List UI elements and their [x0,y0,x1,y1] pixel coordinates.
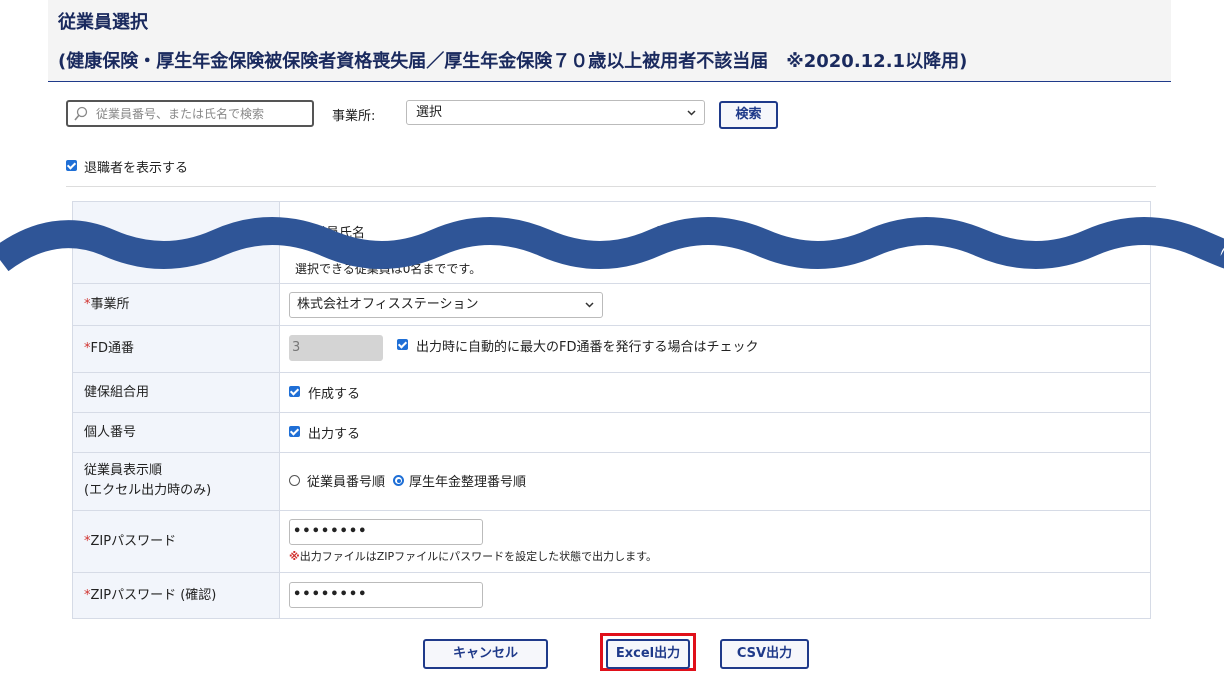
fd-number-input: 3 [289,335,383,361]
office-filter-select[interactable]: 選択 [406,100,705,125]
display-order-label-line2: (エクセル出力時のみ) [84,483,212,498]
fd-number-label-text: FD通番 [90,341,135,356]
order-pension-number-label: 厚生年金整理番号順 [409,475,527,490]
page-title: 従業員選択 [58,12,148,33]
mynumber-output-checkbox[interactable] [289,426,300,437]
zip-password-label: *ZIPパスワード [73,511,280,572]
chevron-down-icon [687,110,696,116]
employee-search-box[interactable] [66,100,314,127]
zip-password-note-text: 出力ファイルはZIPファイルにパスワードを設定した状態で出力します。 [299,550,658,563]
mynumber-label: 個人番号 [73,413,280,452]
office-label-text: 事業所 [90,297,130,312]
zip-password-note: ※出力ファイルはZIPファイルにパスワードを設定した状態で出力します。 [289,548,657,564]
zip-password-label-text: ZIPパスワード [90,534,177,549]
office-filter-value: 選択 [416,105,443,120]
office-select-value: 株式会社オフィスステーション [297,297,479,312]
fd-number-row: *FD通番 3 出力時に自動的に最大のFD通番を発行する場合はチェック [73,326,1150,373]
display-order-label: 従業員表示順 (エクセル出力時のみ) [73,453,280,510]
mynumber-row: 個人番号 出力する [73,413,1150,453]
order-employee-number-radio[interactable] [289,475,300,486]
note-mark: ※ [289,550,300,563]
show-retired-label: 退職者を表示する [84,161,189,176]
search-icon [74,106,88,121]
order-pension-number-radio[interactable] [393,475,404,486]
office-filter-label: 事業所: [332,109,376,124]
kenpo-label: 健保組合用 [73,373,280,412]
zip-password-confirm-label-text: ZIPパスワード (確認) [90,588,217,603]
fd-number-label: *FD通番 [73,326,280,372]
zip-password-confirm-label: *ZIPパスワード (確認) [73,573,280,618]
kenpo-create-checkbox[interactable] [289,386,300,397]
page-header: 従業員選択 (健康保険・厚生年金保険被保険者資格喪失届／厚生年金保険７０歳以上被… [48,0,1171,82]
cancel-button[interactable]: キャンセル [423,639,548,669]
order-employee-number-label: 従業員番号順 [307,475,386,490]
zip-password-confirm-row: *ZIPパスワード (確認) •••••••• [73,573,1150,618]
search-button[interactable]: 検索 [719,101,778,129]
excel-export-button[interactable]: Excel出力 [606,639,690,669]
page-subtitle: (健康保険・厚生年金保険被保険者資格喪失届／厚生年金保険７０歳以上被用者不該当届… [58,51,968,72]
chevron-down-icon [585,302,594,308]
zip-password-confirm-input[interactable]: •••••••• [289,582,483,608]
office-select[interactable]: 株式会社オフィスステーション [289,292,603,318]
wave-divider-decoration [0,217,1224,272]
display-order-label-line1: 従業員表示順 [84,463,163,478]
zip-password-input[interactable]: •••••••• [289,519,483,545]
employee-search-input[interactable] [94,104,308,123]
fd-auto-label: 出力時に自動的に最大のFD通番を発行する場合はチェック [416,340,759,355]
divider [66,186,1156,187]
zip-password-row: *ZIPパスワード •••••••• ※出力ファイルはZIPファイルにパスワード… [73,511,1150,573]
fd-auto-checkbox[interactable] [397,339,408,350]
csv-export-button[interactable]: CSV出力 [720,639,809,669]
display-order-row: 従業員表示順 (エクセル出力時のみ) 従業員番号順 厚生年金整理番号順 [73,453,1150,511]
mynumber-output-label: 出力する [308,427,361,442]
kenpo-row: 健保組合用 作成する [73,373,1150,413]
kenpo-create-label: 作成する [308,387,361,402]
show-retired-checkbox[interactable] [66,160,77,171]
